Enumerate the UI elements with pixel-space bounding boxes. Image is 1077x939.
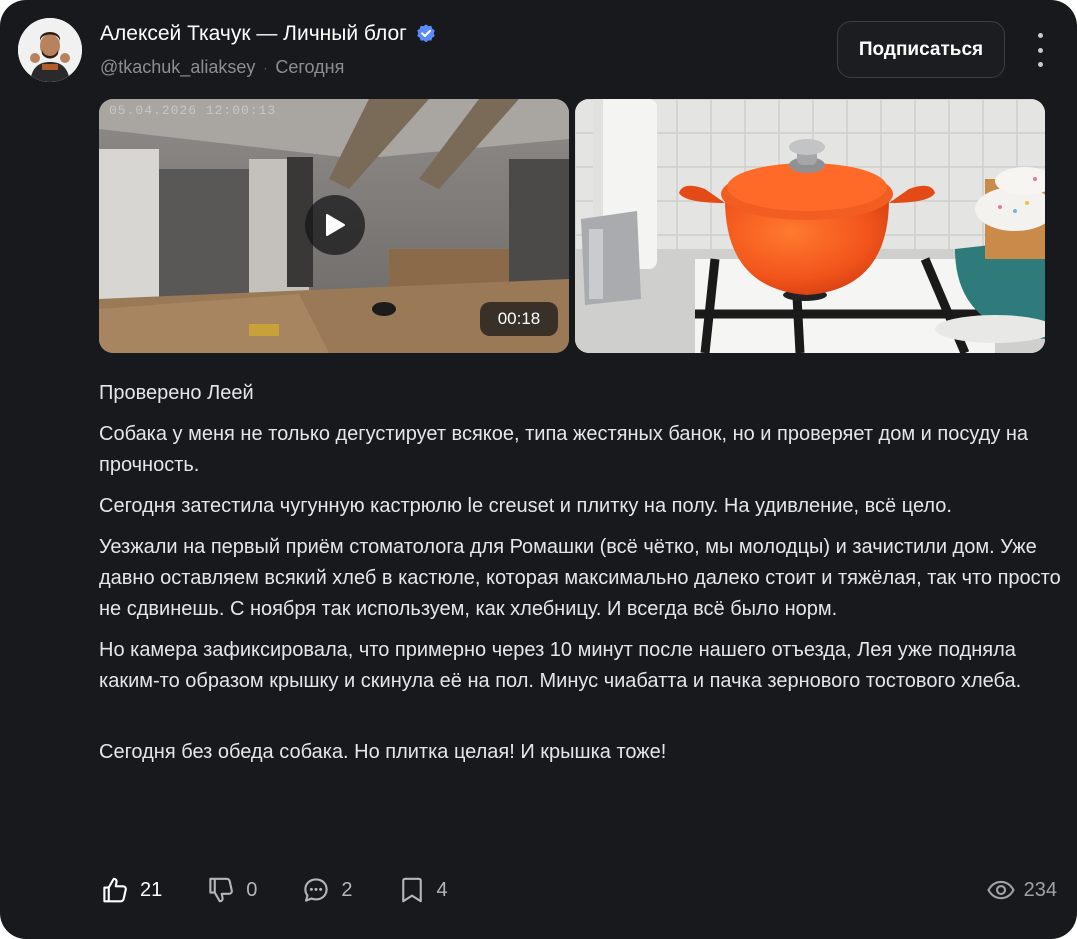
bookmark-icon [401, 877, 422, 903]
camera-timestamp: 05.04.2026 12:00:13 [109, 103, 277, 118]
play-button[interactable] [305, 195, 365, 255]
more-options-icon[interactable] [1028, 33, 1052, 67]
dislike-button[interactable]: 0 [206, 875, 257, 905]
author-meta: @tkachuk_aliaksey · Сегодня [100, 57, 344, 78]
eye-icon [987, 880, 1015, 900]
post-paragraph-4: Уезжали на первый приём стоматолога для … [99, 536, 1061, 620]
thumbs-down-icon [209, 877, 234, 903]
post-paragraph-3: Сегодня затестила чугунную кастрюлю le c… [99, 495, 952, 517]
avatar-image [18, 18, 82, 82]
verified-badge-icon [417, 24, 435, 43]
view-count: 234 [1023, 878, 1057, 901]
play-icon [326, 214, 345, 236]
like-count: 21 [140, 878, 163, 901]
post-paragraph-6: Сегодня без обеда собака. Но плитка цела… [99, 741, 667, 763]
photo-thumbnail[interactable] [575, 99, 1045, 353]
views-counter: 234 [986, 872, 1057, 908]
post-card: Алексей Ткачук — Личный блог @tkachuk_al… [0, 0, 1077, 939]
comment-count: 2 [341, 878, 353, 901]
post-actions: 21 0 2 4 [100, 872, 492, 908]
like-button[interactable]: 21 [100, 875, 162, 905]
author-name[interactable]: Алексей Ткачук — Личный блог [100, 22, 407, 46]
pot-photo-image [575, 99, 1045, 353]
author-line: Алексей Ткачук — Личный блог [100, 22, 437, 46]
comments-button[interactable]: 2 [301, 875, 353, 905]
dislike-count: 0 [246, 878, 258, 901]
video-duration: 00:18 [480, 302, 558, 336]
meta-separator: · [263, 60, 268, 75]
post-body: Проверено Леей Собака у меня не только д… [99, 378, 1064, 778]
post-date: Сегодня [275, 57, 345, 77]
subscribe-button[interactable]: Подписаться [837, 21, 1005, 78]
comment-icon [304, 878, 329, 902]
post-paragraph-5: Но камера зафиксировала, что примерно че… [99, 639, 1022, 692]
bookmark-count: 4 [436, 878, 448, 901]
video-thumbnail[interactable]: 05.04.2026 12:00:13 00:18 [99, 99, 569, 353]
author-handle[interactable]: @tkachuk_aliaksey [100, 57, 255, 78]
avatar[interactable] [18, 18, 82, 82]
post-paragraph-1: Проверено Леей [99, 382, 254, 404]
post-paragraph-2: Собака у меня не только дегустирует всяк… [99, 423, 1029, 476]
thumbs-up-icon [103, 877, 127, 903]
bookmark-button[interactable]: 4 [397, 875, 448, 905]
